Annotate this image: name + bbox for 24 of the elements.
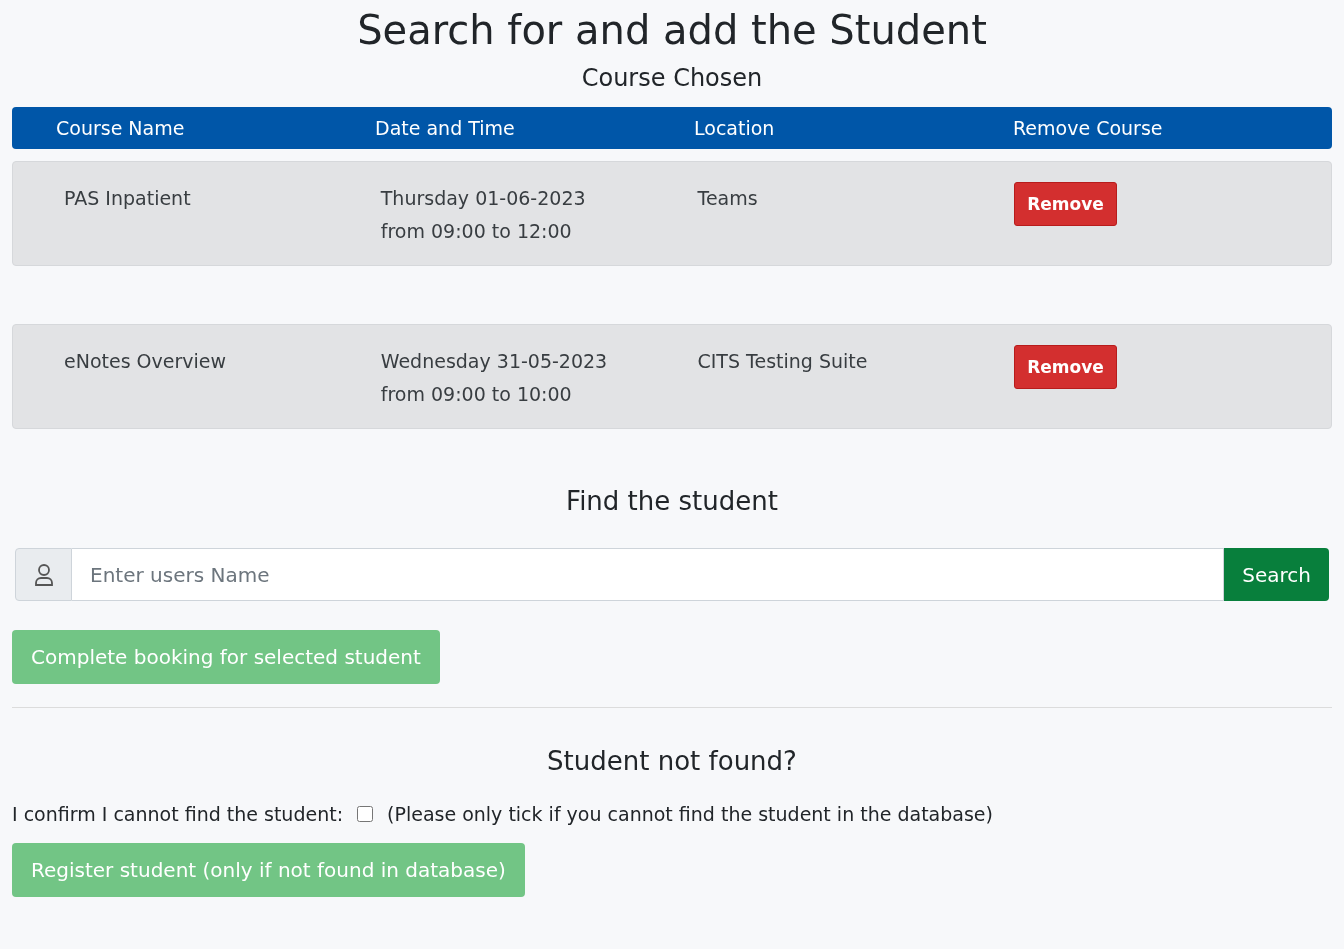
table-cell-text: eNotes Overview [64, 349, 228, 374]
confirm-label: I confirm I cannot find the student: [12, 802, 344, 826]
page-title: Search for and add the Student [357, 6, 987, 55]
name-input-field[interactable]: Enter users Name [72, 548, 1225, 601]
section-heading: Find the student [566, 485, 778, 518]
table-cell-text: Wednesday 31-05-2023 [380, 349, 609, 374]
hint-text: (Please only tick if you cannot find the student in the database) [387, 802, 993, 826]
column-header: Course Name [56, 115, 186, 141]
table-cell-text: from 09:00 to 10:00 [380, 382, 573, 407]
confirm-checkbox[interactable] [357, 806, 374, 822]
table-cell-text: CITS Testing Suite [697, 349, 869, 374]
table-cell-text: Teams [697, 186, 759, 211]
column-header: Remove Course [1013, 115, 1164, 141]
section-heading: Student not found? [547, 745, 797, 778]
table-cell-text: PAS Inpatient [64, 186, 192, 211]
section-heading: Course Chosen [581, 63, 763, 94]
remove-button[interactable]: Remove [1014, 345, 1117, 389]
remove-button[interactable]: Remove [1014, 182, 1117, 226]
search-button[interactable]: Search [1224, 548, 1329, 601]
column-header: Date and Time [375, 115, 516, 141]
table-cell-text: from 09:00 to 12:00 [380, 219, 573, 244]
table-cell-text: Thursday 01-06-2023 [380, 186, 587, 211]
user-icon [33, 562, 54, 587]
column-header: Location [694, 115, 776, 141]
